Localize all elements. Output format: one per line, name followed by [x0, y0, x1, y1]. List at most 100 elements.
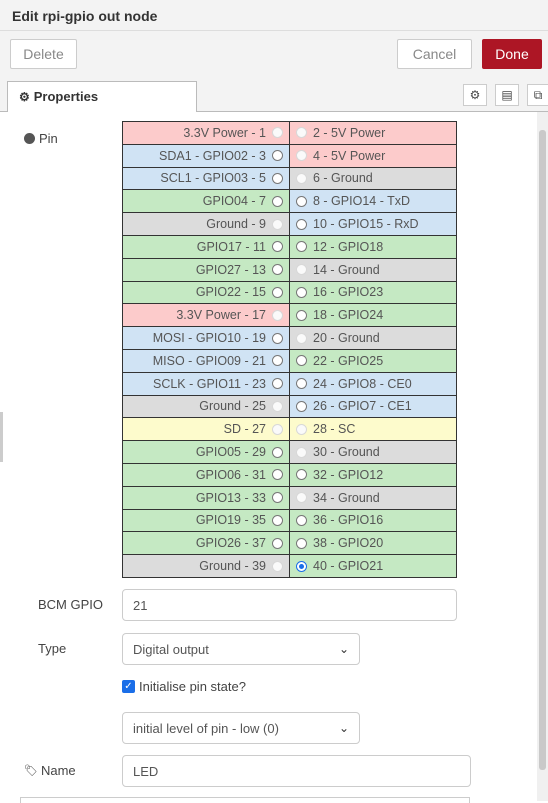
pin-label-right: 26 - GPIO7 - CE1: [313, 399, 412, 414]
pin-radio[interactable]: [272, 264, 283, 276]
pin-radio[interactable]: [272, 537, 283, 549]
pin-label-right: 22 - GPIO25: [313, 353, 384, 368]
pin-cell-right: 2 - 5V Power: [289, 121, 457, 145]
appearance-tab-button[interactable]: ⧉: [527, 84, 548, 106]
pin-cell-right[interactable]: 36 - GPIO16: [289, 508, 457, 533]
cancel-button[interactable]: Cancel: [397, 39, 472, 69]
chevron-down-icon: ⌄: [338, 642, 349, 656]
pin-cell-left[interactable]: GPIO22 - 15: [122, 280, 290, 305]
pin-cell-left[interactable]: GPIO04 - 7: [122, 189, 290, 214]
pin-cell-right[interactable]: 32 - GPIO12: [289, 462, 457, 487]
pin-cell-left: Ground - 39: [122, 554, 290, 578]
pin-cell-left[interactable]: GPIO05 - 29: [122, 440, 290, 464]
pin-label-left: 3.3V Power - 1: [183, 125, 266, 140]
pin-radio[interactable]: [272, 446, 283, 458]
pin-cell-right[interactable]: 18 - GPIO24: [289, 303, 457, 328]
name-input[interactable]: LED: [122, 755, 471, 787]
dialog-title: Edit rpi-gpio out node: [12, 8, 158, 24]
pin-label-left: GPIO04 - 7: [202, 194, 266, 209]
pin-radio[interactable]: [272, 286, 283, 298]
pin-label-right: 16 - GPIO23: [313, 285, 384, 300]
pin-radio[interactable]: [296, 195, 307, 207]
pin-radio[interactable]: [296, 286, 307, 298]
gear-icon: ⚙: [469, 88, 481, 102]
pin-label-right: 34 - Ground: [313, 490, 380, 505]
resize-handle[interactable]: [0, 412, 3, 462]
pin-radio[interactable]: [272, 514, 283, 526]
pin-radio[interactable]: [272, 378, 283, 390]
description-tab-button[interactable]: ▤: [495, 84, 519, 106]
pin-cell-left[interactable]: GPIO17 - 11: [122, 234, 290, 259]
pin-radio[interactable]: [272, 195, 283, 207]
pin-label-right: 32 - GPIO12: [313, 467, 384, 482]
pin-cell-right[interactable]: 26 - GPIO7 - CE1: [289, 394, 457, 419]
type-select-value: Digital output: [133, 641, 209, 657]
pin-label-right: 4 - 5V Power: [313, 148, 386, 163]
pin-radio[interactable]: [272, 492, 283, 504]
pin-radio: [296, 264, 307, 276]
pin-radio[interactable]: [296, 400, 307, 412]
chevron-down-icon: ⌄: [338, 721, 349, 735]
pin-label: Pin: [24, 131, 58, 146]
pin-label-text: Pin: [39, 131, 58, 146]
pin-cell-left[interactable]: MOSI - GPIO10 - 19: [122, 326, 290, 350]
pin-cell-left[interactable]: GPIO19 - 35: [122, 508, 290, 533]
pin-row: GPIO13 - 33 34 - Ground: [122, 485, 457, 510]
pin-radio[interactable]: [296, 241, 307, 253]
pin-cell-left[interactable]: MISO - GPIO09 - 21: [122, 348, 290, 373]
pin-label-right: 14 - Ground: [313, 262, 380, 277]
type-select[interactable]: Digital output ⌄: [122, 633, 360, 665]
pin-radio[interactable]: [296, 560, 307, 572]
pin-radio: [296, 446, 307, 458]
pin-cell-left[interactable]: SDA1 - GPIO02 - 3: [122, 143, 290, 168]
done-button[interactable]: Done: [482, 39, 542, 69]
pin-radio[interactable]: [296, 537, 307, 549]
pin-row: 3.3V Power - 1 2 - 5V Power: [122, 121, 457, 145]
pin-radio[interactable]: [272, 332, 283, 344]
pin-radio[interactable]: [272, 469, 283, 481]
pin-radio: [296, 423, 307, 435]
scrollbar-thumb[interactable]: [539, 130, 546, 770]
pin-label-left: MISO - GPIO09 - 21: [152, 353, 266, 368]
pin-radio[interactable]: [296, 218, 307, 230]
settings-tab-button[interactable]: ⚙: [463, 84, 487, 106]
pin-cell-right[interactable]: 12 - GPIO18: [289, 234, 457, 259]
pin-cell-right[interactable]: 8 - GPIO14 - TxD: [289, 189, 457, 214]
tab-properties[interactable]: ⚙ Properties: [7, 81, 197, 112]
pin-cell-right[interactable]: 24 - GPIO8 - CE0: [289, 371, 457, 396]
pin-radio[interactable]: [272, 172, 283, 184]
pin-cell-left: 3.3V Power - 1: [122, 121, 290, 145]
pin-cell-left[interactable]: GPIO27 - 13: [122, 257, 290, 282]
name-label-text: Name: [40, 763, 76, 778]
pin-cell-right[interactable]: 38 - GPIO20: [289, 531, 457, 556]
pin-cell-right: 14 - Ground: [289, 257, 457, 282]
pin-cell-left[interactable]: GPIO13 - 33: [122, 485, 290, 510]
pin-label-left: SCLK - GPIO11 - 23: [152, 376, 266, 391]
description-icon: ▤: [501, 88, 513, 102]
pin-cell-left[interactable]: SCL1 - GPIO03 - 5: [122, 166, 290, 191]
pin-cell-left[interactable]: SCLK - GPIO11 - 23: [122, 371, 290, 396]
pin-label-right: 6 - Ground: [313, 171, 373, 186]
bcm-gpio-input[interactable]: 21: [122, 589, 457, 621]
delete-button[interactable]: Delete: [10, 39, 77, 69]
pin-cell-right[interactable]: 22 - GPIO25: [289, 348, 457, 373]
pin-radio[interactable]: [272, 355, 283, 367]
pin-cell-right[interactable]: 16 - GPIO23: [289, 280, 457, 305]
pin-cell-left[interactable]: GPIO06 - 31: [122, 462, 290, 487]
pin-radio[interactable]: [296, 309, 307, 321]
pin-cell-right[interactable]: 40 - GPIO21: [289, 554, 457, 578]
pin-radio[interactable]: [296, 469, 307, 481]
pin-radio[interactable]: [296, 355, 307, 367]
pin-radio[interactable]: [272, 241, 283, 253]
pin-cell-right[interactable]: 10 - GPIO15 - RxD: [289, 212, 457, 236]
pin-radio[interactable]: [296, 378, 307, 390]
pin-cell-left: Ground - 25: [122, 394, 290, 419]
pin-radio[interactable]: [272, 150, 283, 162]
pin-row: SCL1 - GPIO03 - 5 6 - Ground: [122, 166, 457, 191]
pin-label-right: 10 - GPIO15 - RxD: [313, 217, 419, 232]
pin-cell-left[interactable]: GPIO26 - 37: [122, 531, 290, 556]
pin-label-left: Ground - 39: [199, 559, 266, 574]
pin-radio[interactable]: [296, 514, 307, 526]
initial-level-select[interactable]: initial level of pin - low (0) ⌄: [122, 712, 360, 744]
initialise-checkbox[interactable]: ✓: [122, 680, 135, 693]
